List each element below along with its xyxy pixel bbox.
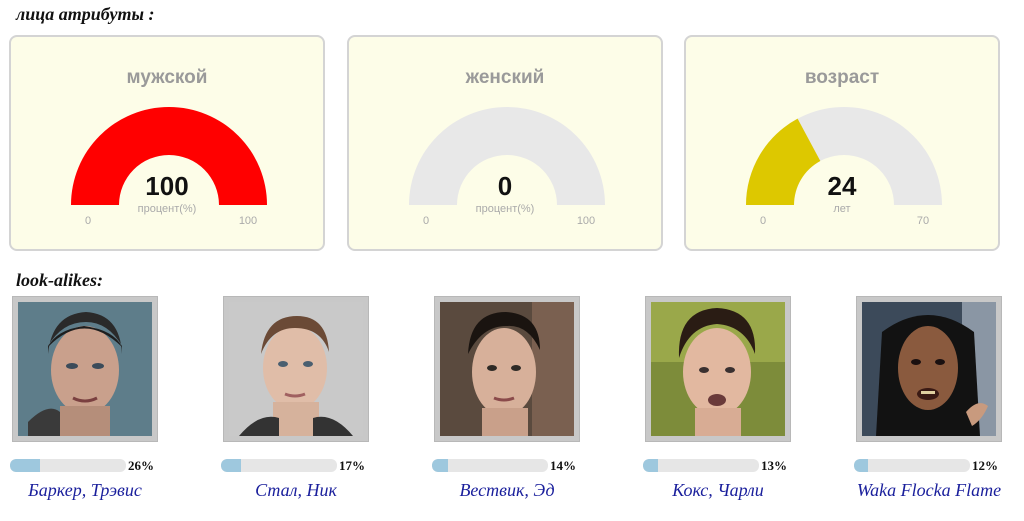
lookalikes-heading: look-alikes: (16, 270, 103, 290)
gauge-max-label: 100 (238, 215, 258, 227)
face-photo[interactable] (229, 302, 363, 436)
gauge-card-female: женский 0 процент(%) 0 100 (347, 35, 663, 251)
similarity-fill (10, 459, 41, 472)
lookalike-name-link[interactable]: Баркер, Трэвис (0, 481, 170, 500)
gauge-min-label: 0 (84, 215, 92, 227)
gauge-min-label: 0 (422, 215, 430, 227)
gauge-unit: лет (833, 203, 851, 215)
gauge-title: женский (465, 67, 545, 88)
gauge-value: 0 (497, 171, 513, 201)
face-photo-icon (651, 302, 785, 436)
similarity-bar (643, 459, 759, 472)
gauge-value: 100 (145, 171, 189, 201)
gauge-value: 24 (827, 171, 857, 201)
lookalike-name-link[interactable]: Стал, Ник (211, 481, 381, 500)
similarity-fill (643, 459, 659, 472)
similarity-fill (854, 459, 868, 472)
gauge-max-label: 70 (916, 215, 930, 227)
photo-frame[interactable] (856, 296, 1002, 442)
gauge-unit: процент(%) (137, 203, 197, 215)
gauge-card-age: возраст 24 лет 0 70 (684, 35, 1000, 251)
similarity-bar (432, 459, 548, 472)
face-photo-icon (229, 302, 363, 436)
gauge-title: возраст (804, 67, 880, 88)
gauge-min-label: 0 (759, 215, 767, 227)
similarity-percent: 26% (128, 458, 154, 473)
photo-frame[interactable] (223, 296, 369, 442)
photo-frame[interactable] (12, 296, 158, 442)
lookalike-card: 26% Баркер, Трэвис (10, 296, 200, 521)
lookalike-name-link[interactable]: Вествик, Эд (422, 481, 592, 500)
face-photo[interactable] (18, 302, 152, 436)
similarity-percent: 13% (761, 458, 787, 473)
face-photo[interactable] (862, 302, 996, 436)
lookalike-card: 17% Стал, Ник (221, 296, 411, 521)
similarity-percent: 12% (972, 458, 998, 473)
similarity-bar (221, 459, 337, 472)
lookalike-card: 13% Кокс, Чарли (643, 296, 833, 521)
similarity-percent: 17% (339, 458, 365, 473)
photo-frame[interactable] (645, 296, 791, 442)
similarity-bar (10, 459, 126, 472)
gauge-card-male: мужской 100 процент(%) 0 100 (9, 35, 325, 251)
similarity-percent: 14% (550, 458, 576, 473)
lookalike-name-link[interactable]: Waka Flocka Flame (844, 481, 1014, 500)
face-photo-icon (862, 302, 996, 436)
gauge-max-label: 100 (576, 215, 596, 227)
face-photo-icon (18, 302, 152, 436)
gauge-unit: процент(%) (475, 203, 535, 215)
lookalike-card: 12% Waka Flocka Flame (854, 296, 1024, 521)
similarity-fill (221, 459, 241, 472)
attributes-heading: лица атрибуты : (16, 4, 155, 24)
face-photo-icon (440, 302, 574, 436)
similarity-fill (432, 459, 449, 472)
lookalike-name-link[interactable]: Кокс, Чарли (633, 481, 803, 500)
photo-frame[interactable] (434, 296, 580, 442)
face-photo[interactable] (440, 302, 574, 436)
similarity-bar (854, 459, 970, 472)
face-photo[interactable] (651, 302, 785, 436)
gauge-title: мужской (126, 67, 208, 88)
lookalike-card: 14% Вествик, Эд (432, 296, 622, 521)
